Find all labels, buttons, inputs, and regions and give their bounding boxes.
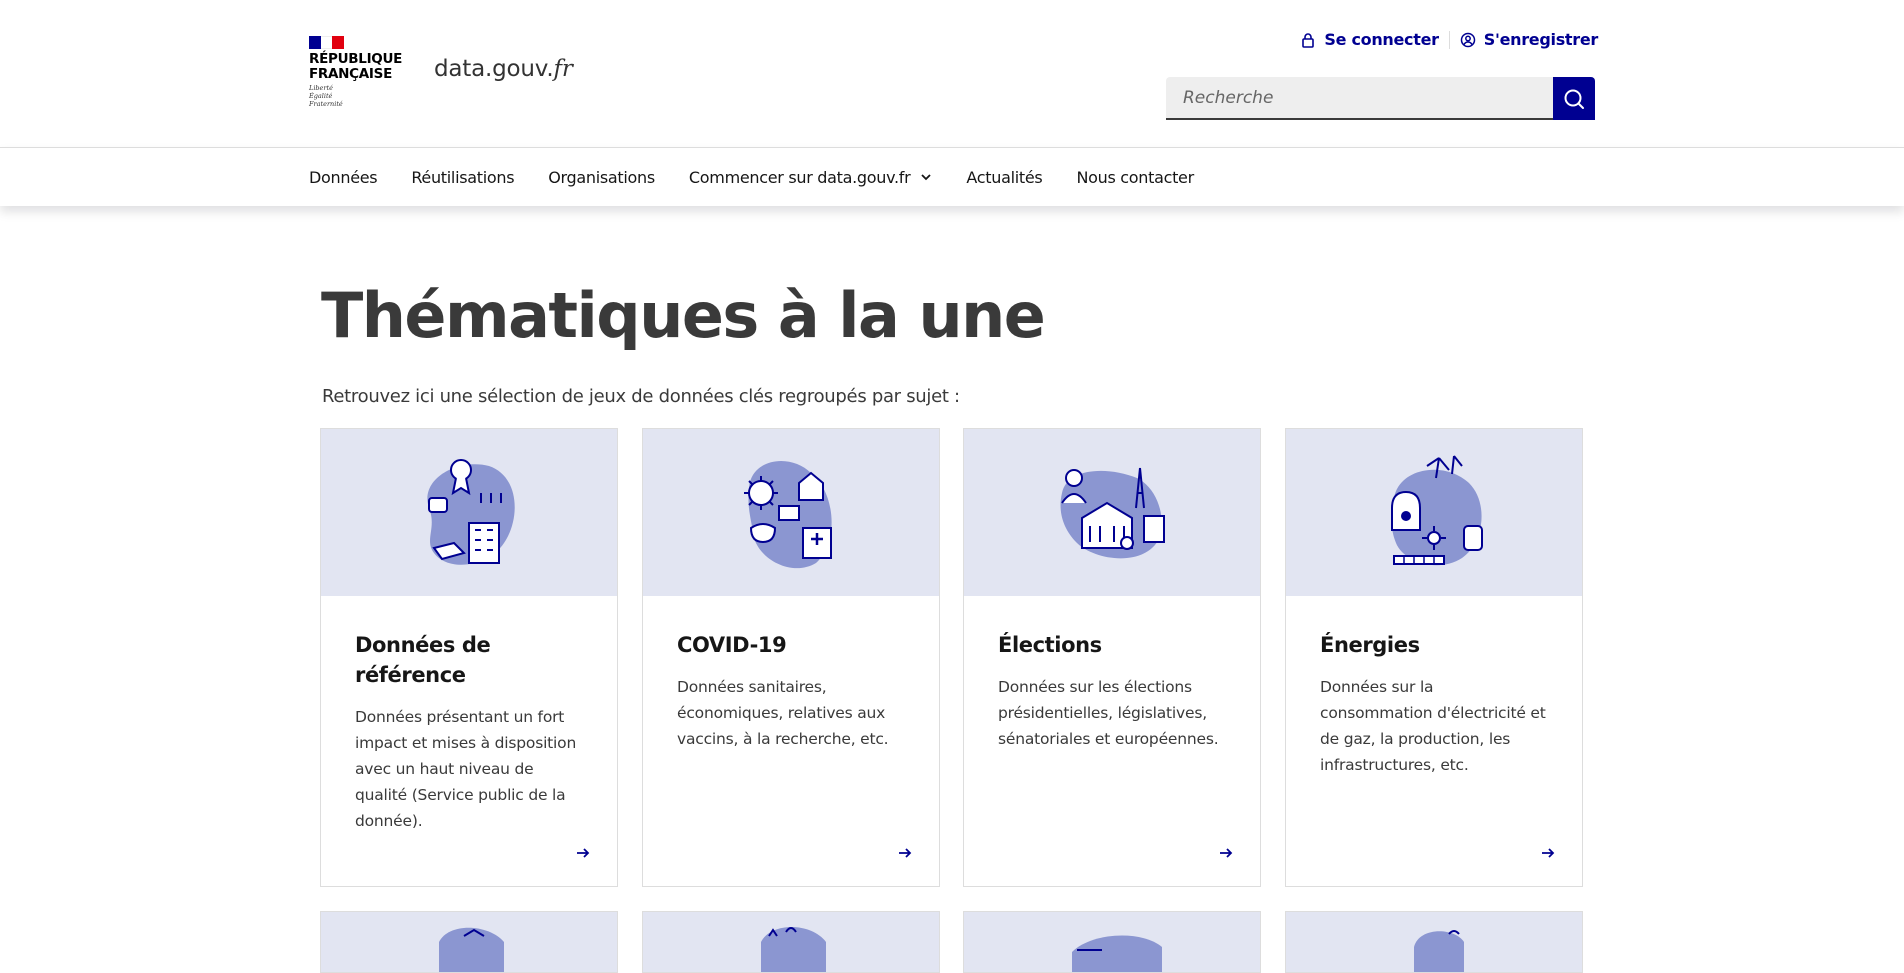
card-visual — [1286, 429, 1582, 596]
theme-card-covid[interactable]: COVID-19 Données sanitaires, économiques… — [642, 428, 940, 887]
page-intro: Retrouvez ici une sélection de jeux de d… — [322, 386, 960, 407]
card-visual — [1286, 912, 1582, 972]
chevron-down-icon — [921, 174, 932, 181]
arrow-right-icon — [1542, 848, 1555, 858]
reference-data-illustration — [427, 458, 515, 565]
card-body: Énergies Données sur la consommation d'é… — [1286, 596, 1582, 886]
header-tools: Se connecter S'enregistrer — [1300, 30, 1598, 49]
theme-illustration — [1414, 930, 1464, 972]
republic-motto: Liberté Égalité Fraternité — [309, 84, 343, 108]
theme-card-elections[interactable]: Élections Données sur les élections prés… — [963, 428, 1261, 887]
lock-icon — [1302, 32, 1315, 48]
card-description: Données présentant un fort impact et mis… — [355, 708, 577, 830]
card-description: Données sur la consommation d'électricit… — [1320, 678, 1546, 774]
card-visual — [643, 429, 939, 596]
card-visual — [321, 912, 617, 972]
nav-item-donnees[interactable]: Données — [309, 167, 378, 187]
theme-card-reference[interactable]: Données de référence Données présentant … — [320, 428, 618, 887]
card-body: Élections Données sur les élections prés… — [964, 596, 1260, 886]
energy-illustration — [1391, 454, 1483, 565]
card-body: Données de référence Données présentant … — [321, 596, 617, 886]
card-body: COVID-19 Données sanitaires, économiques… — [643, 596, 939, 886]
french-flag-icon — [309, 36, 345, 49]
nav-item-commencer[interactable]: Commencer sur data.gouv.fr — [689, 168, 933, 187]
nav-item-label: Actualités — [966, 167, 1043, 187]
elections-illustration — [1060, 467, 1165, 558]
search-bar — [1166, 77, 1595, 120]
arrow-right-icon — [899, 848, 912, 858]
nav-item-label: Données — [309, 167, 378, 187]
tools-divider — [1448, 30, 1450, 49]
card-visual — [964, 912, 1260, 972]
card-title: COVID-19 — [677, 633, 787, 657]
nav-item-label: Nous contacter — [1076, 167, 1194, 187]
card-visual — [964, 429, 1260, 596]
card-visual — [643, 912, 939, 972]
page-title: Thématiques à la une — [321, 279, 1046, 352]
card-visual — [321, 429, 617, 596]
site-name-main: data.gouv. — [434, 56, 554, 82]
theme-card-row2-3[interactable] — [963, 911, 1261, 973]
covid-illustration — [744, 460, 832, 568]
arrow-right-icon — [577, 848, 590, 858]
card-title: Énergies — [1320, 633, 1420, 657]
theme-card-row2-4[interactable] — [1285, 911, 1583, 973]
nav-item-reutilisations[interactable]: Réutilisations — [411, 168, 514, 187]
register-link[interactable]: S'enregistrer — [1460, 30, 1598, 49]
site-name-tld: fr — [553, 56, 573, 82]
login-label: Se connecter — [1324, 30, 1439, 49]
theme-card-energies[interactable]: Énergies Données sur la consommation d'é… — [1285, 428, 1583, 887]
card-description: Données sur les élections présidentielle… — [998, 678, 1219, 748]
search-icon — [1564, 89, 1584, 109]
search-input[interactable] — [1166, 77, 1553, 120]
user-circle-icon — [1460, 32, 1475, 47]
republique-francaise-text: RÉPUBLIQUE FRANÇAISE — [309, 51, 403, 82]
card-title: Données de référence — [355, 633, 491, 687]
theme-card-row2-2[interactable] — [642, 911, 940, 973]
card-description: Données sanitaires, économiques, relativ… — [677, 678, 889, 748]
theme-illustration — [439, 927, 504, 972]
theme-illustration — [761, 927, 826, 972]
register-label: S'enregistrer — [1483, 30, 1599, 49]
theme-illustration — [1072, 935, 1162, 972]
theme-card-row2-1[interactable] — [320, 911, 618, 973]
nav-item-label: Réutilisations — [411, 167, 515, 187]
nav-item-label: Commencer sur data.gouv.fr — [688, 167, 911, 187]
nav-item-organisations[interactable]: Organisations — [548, 168, 655, 187]
nav-item-actualites[interactable]: Actualités — [966, 168, 1042, 187]
site-header: RÉPUBLIQUE FRANÇAISE Liberté Égalité Fra… — [0, 0, 1904, 147]
arrow-right-icon — [1220, 848, 1233, 858]
site-name[interactable]: data.gouv.fr — [434, 56, 573, 82]
card-title: Élections — [998, 633, 1102, 657]
main-navigation: Données Réutilisations Organisations Com… — [0, 147, 1904, 206]
search-button[interactable] — [1553, 77, 1595, 120]
nav-item-contact[interactable]: Nous contacter — [1076, 167, 1194, 187]
login-link[interactable]: Se connecter — [1300, 30, 1439, 49]
nav-item-label: Organisations — [548, 167, 655, 187]
